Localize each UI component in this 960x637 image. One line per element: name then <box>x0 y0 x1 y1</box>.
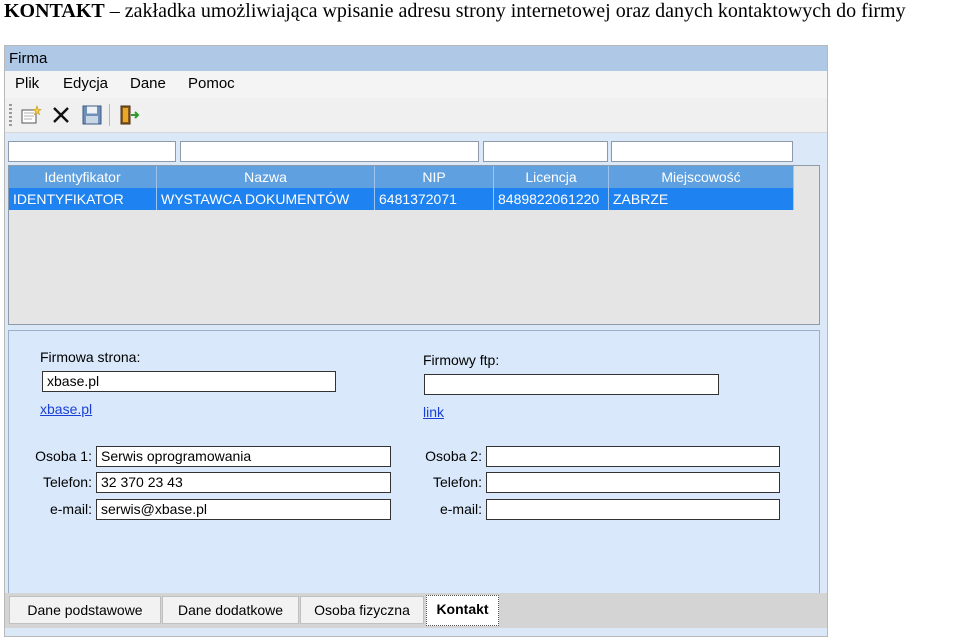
caption-text: – zakładka umożliwiająca wpisanie adresu… <box>104 0 906 22</box>
filter-identyfikator[interactable] <box>8 141 176 162</box>
email1-label: e-mail: <box>49 501 92 517</box>
tab-bar: Dane podstawowe Dane dodatkowe Osoba fiz… <box>5 593 827 628</box>
email1-input[interactable]: serwis@xbase.pl <box>96 499 391 520</box>
column-header-miejscowosc[interactable]: Miejscowość <box>609 166 794 188</box>
phone2-input[interactable] <box>486 472 780 493</box>
grid-header: Identyfikator Nazwa NIP Licencja Miejsco… <box>9 166 794 188</box>
filter-licencja[interactable] <box>611 141 793 162</box>
ftp-link[interactable]: link <box>423 404 444 420</box>
main-area: Identyfikator Nazwa NIP Licencja Miejsco… <box>5 133 827 636</box>
menu-edycja[interactable]: Edycja <box>63 75 108 92</box>
cell-miejscowosc: ZABRZE <box>609 188 794 210</box>
toolbar-separator <box>109 104 110 126</box>
email2-input[interactable] <box>486 499 780 520</box>
menu-plik[interactable]: Plik <box>15 75 39 92</box>
toolbar-grip[interactable] <box>9 104 12 126</box>
cell-nip: 6481372071 <box>375 188 494 210</box>
ftp-label: Firmowy ftp: <box>423 352 500 368</box>
save-icon[interactable] <box>80 104 104 126</box>
menu-pomoc[interactable]: Pomoc <box>188 75 235 92</box>
toolbar <box>5 98 827 133</box>
contact-panel: Firmowa strona: xbase.pl xbase.pl Firmow… <box>8 330 820 596</box>
person2-input[interactable] <box>486 446 780 467</box>
phone1-input[interactable]: 32 370 23 43 <box>96 472 391 493</box>
delete-icon[interactable] <box>49 104 73 126</box>
ftp-input[interactable] <box>424 374 719 395</box>
tab-dane-dodatkowe[interactable]: Dane dodatkowe <box>162 596 299 624</box>
tab-osoba-fizyczna[interactable]: Osoba fizyczna <box>300 596 424 624</box>
tab-dane-podstawowe[interactable]: Dane podstawowe <box>9 596 161 624</box>
tab-kontakt[interactable]: Kontakt <box>426 595 499 626</box>
column-header-licencja[interactable]: Licencja <box>494 166 609 188</box>
page-caption: KONTAKT – zakładka umożliwiająca wpisani… <box>4 0 959 22</box>
new-record-icon[interactable] <box>19 104 43 126</box>
cell-identyfikator: IDENTYFIKATOR <box>9 188 157 210</box>
menu-bar: Plik Edycja Dane Pomoc <box>5 71 827 98</box>
filter-nazwa[interactable] <box>180 141 479 162</box>
person2-label: Osoba 2: <box>425 448 482 464</box>
cell-nazwa: WYSTAWCA DOKUMENTÓW <box>157 188 375 210</box>
website-input[interactable]: xbase.pl <box>42 371 336 392</box>
phone2-label: Telefon: <box>432 474 482 490</box>
menu-dane[interactable]: Dane <box>130 75 166 92</box>
column-header-nip[interactable]: NIP <box>375 166 494 188</box>
email2-label: e-mail: <box>439 501 482 517</box>
table-row[interactable]: IDENTYFIKATOR WYSTAWCA DOKUMENTÓW 648137… <box>9 188 794 210</box>
cell-licencja: 8489822061220 <box>494 188 609 210</box>
window-title: Firma <box>5 46 827 71</box>
website-link[interactable]: xbase.pl <box>40 401 92 417</box>
column-header-nazwa[interactable]: Nazwa <box>157 166 375 188</box>
firma-grid: Identyfikator Nazwa NIP Licencja Miejsco… <box>8 165 820 325</box>
website-label: Firmowa strona: <box>40 349 141 365</box>
phone1-label: Telefon: <box>42 474 92 490</box>
person1-label: Osoba 1: <box>35 448 92 464</box>
firma-window: Firma Plik Edycja Dane Pomoc Identyfikat… <box>4 45 828 637</box>
person1-input[interactable]: Serwis oprogramowania <box>96 446 391 467</box>
filter-nip[interactable] <box>483 141 608 162</box>
caption-bold: KONTAKT <box>4 0 105 22</box>
column-header-identyfikator[interactable]: Identyfikator <box>9 166 157 188</box>
exit-door-icon[interactable] <box>117 104 141 126</box>
